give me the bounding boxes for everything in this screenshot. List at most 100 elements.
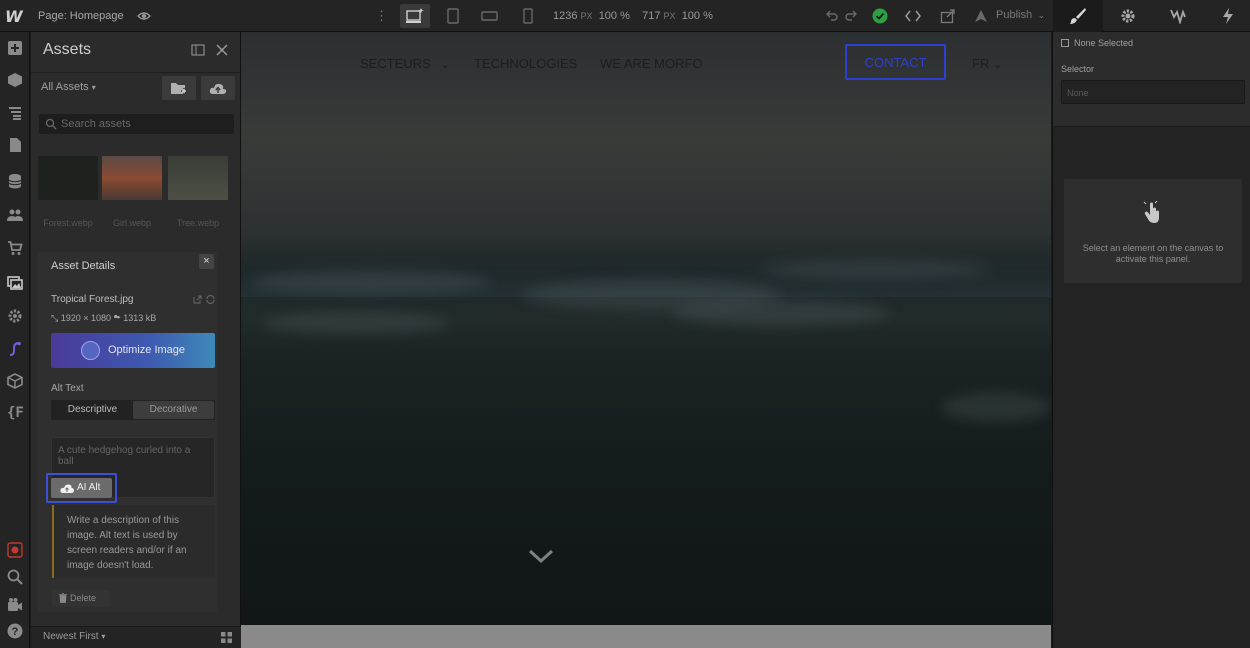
- lightning-icon: [1223, 8, 1233, 24]
- optimize-label: Optimize Image: [108, 344, 186, 356]
- decorative-option[interactable]: Decorative: [133, 401, 214, 419]
- grid-view-icon[interactable]: [221, 632, 232, 643]
- dock-panel-icon[interactable]: [191, 43, 205, 57]
- contact-button[interactable]: CONTACT: [845, 44, 946, 80]
- asset-caption: Girl.webp: [112, 218, 151, 228]
- fog-layer: [251, 270, 491, 294]
- svg-text:?: ?: [12, 626, 19, 638]
- help-icon[interactable]: ?: [7, 623, 23, 639]
- alt-text-hint: Write a description of this image. Alt t…: [52, 505, 215, 578]
- left-toolbar: {F ?: [0, 32, 30, 648]
- delete-label: Delete: [70, 593, 97, 603]
- eye-icon[interactable]: [137, 9, 151, 23]
- redo-icon[interactable]: [843, 8, 859, 24]
- design-canvas[interactable]: SECTEURS ⌄ TECHNOLOGIES WE ARE MORFO CON…: [241, 32, 1051, 625]
- publish-button[interactable]: Publish ⌄: [996, 9, 1045, 21]
- language-label: FR: [972, 56, 990, 71]
- page-selector[interactable]: Page: Homepage: [38, 10, 124, 22]
- asset-thumbnail[interactable]: [168, 156, 228, 200]
- replace-asset-icon[interactable]: [206, 295, 215, 304]
- interactions-icon: [1170, 9, 1186, 24]
- desktop-breakpoint-button[interactable]: [400, 4, 430, 28]
- tab-interactions[interactable]: [1153, 0, 1203, 32]
- brush-icon: [1070, 8, 1086, 24]
- nav-item-secteurs[interactable]: SECTEURS ⌄: [360, 56, 450, 71]
- share-icon[interactable]: [940, 8, 956, 24]
- sort-dropdown[interactable]: Newest First ▾: [43, 631, 105, 642]
- language-selector[interactable]: FR ⌄: [972, 56, 1002, 71]
- webflow-logo[interactable]: W: [5, 7, 25, 26]
- close-icon[interactable]: [215, 43, 229, 57]
- tablet-breakpoint-button[interactable]: [442, 4, 464, 28]
- right-panel-tabs: [1053, 0, 1250, 32]
- search-input[interactable]: [61, 114, 231, 134]
- caret-down-icon: ▾: [91, 83, 96, 92]
- search-icon[interactable]: [7, 569, 23, 585]
- code-icon[interactable]: [905, 8, 921, 24]
- tab-lightning[interactable]: [1203, 0, 1250, 32]
- asset-caption: Tree.webp: [176, 218, 220, 228]
- desktop-icon: [406, 8, 424, 23]
- components-icon[interactable]: [7, 72, 23, 88]
- mobile-landscape-breakpoint-button[interactable]: [478, 4, 502, 28]
- ecommerce-icon[interactable]: [7, 240, 23, 256]
- alt-text-label: Alt Text: [51, 383, 84, 394]
- tab-settings[interactable]: [1103, 0, 1153, 32]
- settings-icon[interactable]: [7, 308, 23, 324]
- alt-text-type-toggle: Descriptive Decorative: [51, 400, 215, 420]
- asset-dimensions: 1920 × 1080: [60, 313, 112, 323]
- checkbox-icon: [1061, 39, 1069, 47]
- canvas-width[interactable]: 1236: [553, 10, 577, 22]
- assets-icon[interactable]: [7, 275, 23, 291]
- new-folder-button[interactable]: [162, 76, 196, 100]
- users-icon[interactable]: [7, 207, 23, 223]
- logic-icon[interactable]: [7, 341, 23, 357]
- undo-icon[interactable]: [824, 8, 840, 24]
- status-check-icon[interactable]: [872, 8, 888, 24]
- video-tutorials-icon[interactable]: [7, 597, 23, 613]
- apps-icon[interactable]: [7, 373, 23, 389]
- record-icon[interactable]: [7, 542, 23, 558]
- pages-icon[interactable]: [7, 137, 23, 153]
- nav-item-we-are-morfo[interactable]: WE ARE MORFO: [600, 56, 703, 71]
- empty-state-message: Select an element on the canvas to activ…: [1082, 243, 1224, 264]
- tab-style[interactable]: [1053, 0, 1103, 32]
- descriptive-option[interactable]: Descriptive: [52, 401, 133, 419]
- upload-button[interactable]: [201, 76, 235, 100]
- canvas-dimensions: 1236 PX 100 % 717 PX 100 %: [553, 10, 713, 22]
- mobile-portrait-icon: [523, 8, 533, 24]
- open-external-icon[interactable]: [193, 295, 202, 304]
- asset-thumbnail[interactable]: [102, 156, 162, 200]
- nav-item-technologies[interactable]: TECHNOLOGIES: [474, 56, 577, 71]
- selector-field[interactable]: None: [1061, 80, 1245, 104]
- panel-title: Assets: [43, 41, 92, 58]
- cms-icon[interactable]: [7, 173, 23, 189]
- mobile-portrait-breakpoint-button[interactable]: [518, 4, 538, 28]
- canvas-scroll-area: [241, 625, 1051, 648]
- navigator-icon[interactable]: [7, 105, 23, 121]
- asset-thumbnail[interactable]: [38, 156, 98, 200]
- more-options-icon[interactable]: ⋮: [375, 8, 388, 24]
- add-element-icon[interactable]: [7, 40, 23, 56]
- finsweet-icon[interactable]: {F: [7, 405, 24, 421]
- height-zoom: 100 %: [681, 10, 713, 22]
- assets-panel: Assets All Assets ▾ Forest.webp Girl.web…: [31, 32, 241, 648]
- ai-alt-button[interactable]: AI Alt: [51, 478, 112, 498]
- asset-filter-dropdown[interactable]: All Assets ▾: [41, 81, 96, 93]
- delete-asset-button[interactable]: Delete: [52, 590, 110, 607]
- search-icon: [45, 118, 57, 130]
- contact-label: CONTACT: [864, 55, 927, 70]
- nav-label: SECTEURS: [360, 56, 431, 71]
- asset-file-name: Tropical Forest.jpg: [51, 294, 134, 305]
- close-details-button[interactable]: ×: [199, 254, 214, 269]
- scroll-down-icon[interactable]: [527, 547, 555, 565]
- tablet-icon: [447, 8, 459, 24]
- selector-value: None: [1067, 88, 1089, 98]
- canvas-height[interactable]: 717: [642, 10, 660, 22]
- trash-icon: [59, 593, 67, 603]
- asset-caption: Forest.webp: [43, 218, 93, 228]
- resize-icon: ⤡: [51, 313, 59, 323]
- selection-state: None Selected: [1061, 38, 1133, 48]
- search-assets-field[interactable]: [39, 114, 234, 134]
- optimize-image-button[interactable]: Optimize Image: [51, 333, 215, 368]
